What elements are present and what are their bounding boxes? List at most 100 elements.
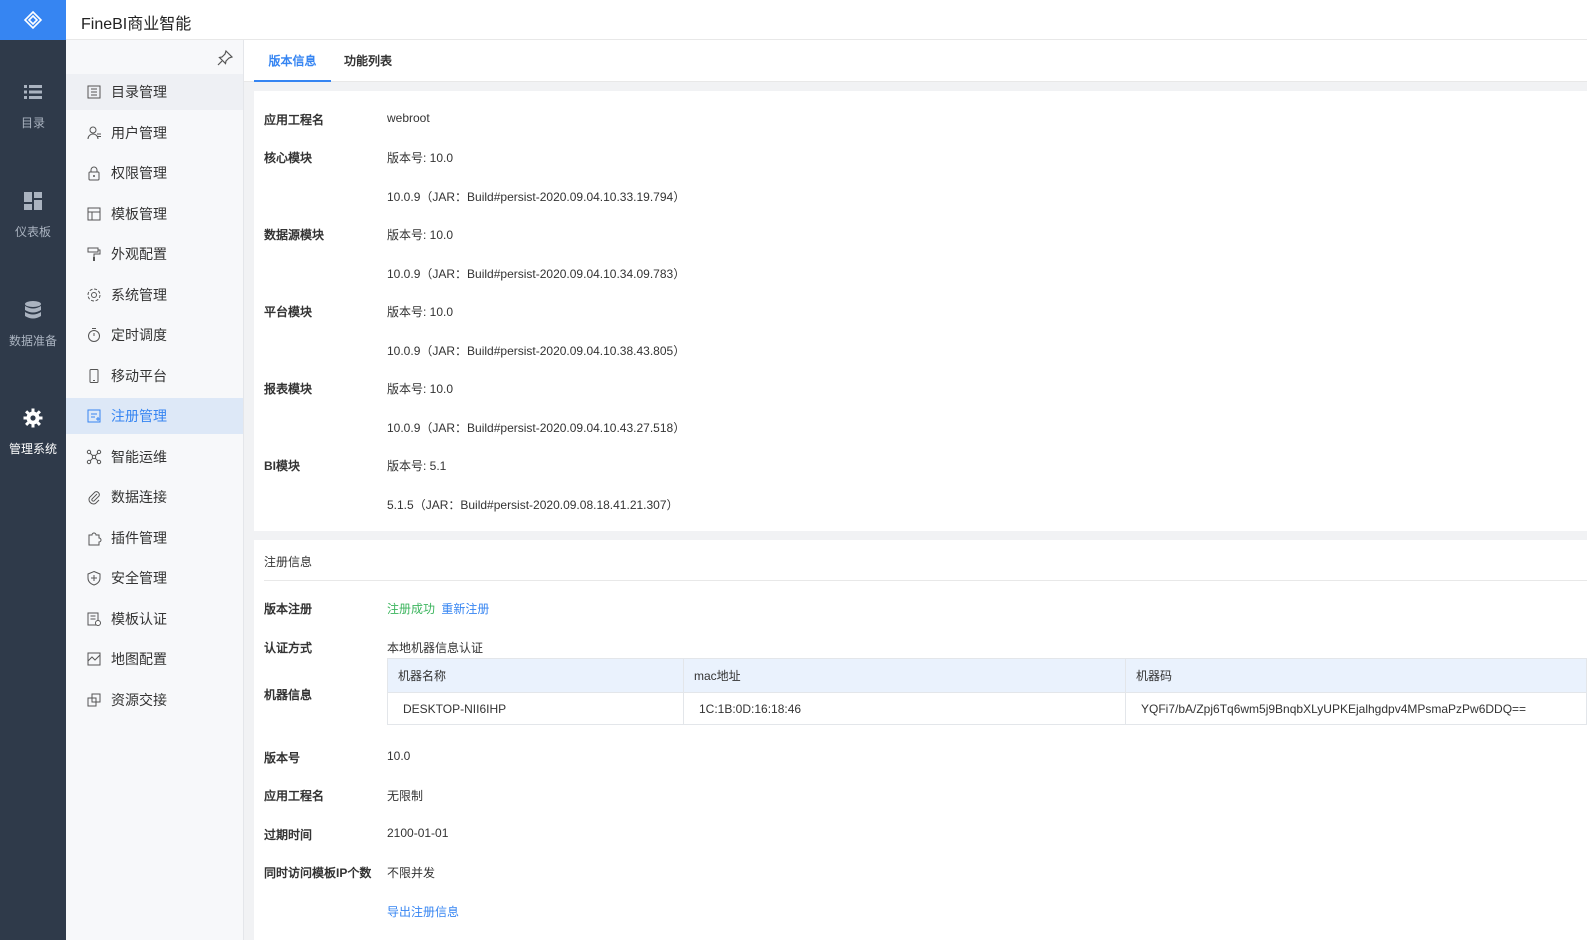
submenu-item-label: 外观配置 bbox=[111, 246, 167, 262]
module-label: 数据源模块 bbox=[264, 228, 325, 242]
module-version: 版本号: 10.0 bbox=[387, 305, 454, 319]
settings-icon bbox=[87, 288, 101, 301]
module-label: BI模块 bbox=[264, 459, 301, 473]
pin-icon[interactable] bbox=[217, 50, 233, 66]
expire-label: 过期时间 bbox=[264, 828, 313, 842]
top-bar: FineBI商业智能 bbox=[66, 0, 1587, 40]
submenu-item-label: 注册管理 bbox=[111, 408, 167, 424]
submenu-item-label: 资源交接 bbox=[111, 691, 167, 708]
submenu-item[interactable]: 权限管理 bbox=[66, 155, 243, 191]
submenu-item-label: 地图配置 bbox=[111, 651, 167, 667]
nav-rail: 目录 仪表板 数据准备 管理系统 bbox=[0, 0, 66, 940]
submenu-item[interactable]: 定时调度 bbox=[66, 317, 243, 353]
paint-roller-icon bbox=[87, 247, 101, 261]
handover-icon bbox=[87, 693, 101, 706]
certificate-icon bbox=[87, 612, 101, 626]
admin-submenu: 目录管理用户管理权限管理模板管理外观配置系统管理定时调度移动平台注册管理智能运维… bbox=[66, 40, 244, 940]
submenu-item[interactable]: 模板管理 bbox=[66, 196, 243, 232]
column-header: mac地址 bbox=[683, 658, 1126, 693]
auth-method-value: 本地机器信息认证 bbox=[387, 641, 484, 655]
submenu-item[interactable]: 注册管理 bbox=[66, 398, 243, 434]
module-build: 10.0.9（JAR：Build#persist-2020.09.04.10.3… bbox=[387, 267, 686, 281]
module-build: 10.0.9（JAR：Build#persist-2020.09.04.10.3… bbox=[387, 344, 686, 358]
registration-panel: 注册信息 版本注册 注册成功 重新注册 认证方式 本地机器信息认证 机器信息 机… bbox=[254, 540, 1587, 940]
submenu-item[interactable]: 移动平台 bbox=[66, 358, 243, 394]
version-panel: 应用工程名 webroot 核心模块 版本号: 10.0 10.0.9（JAR：… bbox=[254, 91, 1587, 531]
rail-label: 目录 bbox=[20, 116, 45, 130]
module-label: 平台模块 bbox=[264, 305, 313, 319]
submenu-item[interactable]: 插件管理 bbox=[66, 520, 243, 556]
submenu-item-label: 安全管理 bbox=[111, 570, 167, 586]
submenu-item-label: 定时调度 bbox=[111, 327, 167, 343]
reregister-link[interactable]: 重新注册 bbox=[441, 602, 489, 616]
submenu-item-label: 移动平台 bbox=[111, 367, 167, 384]
submenu-item[interactable]: 智能运维 bbox=[66, 439, 243, 475]
list-icon bbox=[24, 85, 42, 99]
machine-info-table: 机器名称 mac地址 机器码 DESKTOP-NII6IHP 1C:1B:0D:… bbox=[387, 658, 1587, 725]
user-icon bbox=[87, 126, 101, 139]
tab-bar: 版本信息 功能列表 bbox=[244, 40, 1587, 82]
export-registration-link[interactable]: 导出注册信息 bbox=[387, 903, 459, 920]
submenu-item[interactable]: 模板认证 bbox=[66, 601, 243, 637]
reg-version-label: 版本号 bbox=[264, 751, 301, 765]
shield-icon bbox=[87, 570, 101, 586]
module-label: 报表模块 bbox=[264, 382, 313, 396]
submenu-item-label: 模板认证 bbox=[111, 610, 167, 627]
divider bbox=[264, 580, 1587, 581]
tab-version-info[interactable]: 版本信息 bbox=[254, 40, 331, 82]
module-build: 10.0.9（JAR：Build#persist-2020.09.04.10.4… bbox=[387, 421, 686, 435]
rail-item-dashboard[interactable]: 仪表板 bbox=[0, 185, 66, 275]
rail-item-admin[interactable]: 管理系统 bbox=[0, 402, 66, 492]
submenu-item[interactable]: 用户管理 bbox=[66, 115, 243, 151]
app-name-value: webroot bbox=[387, 111, 430, 125]
module-version: 版本号: 5.1 bbox=[387, 459, 447, 473]
submenu-item[interactable]: 外观配置 bbox=[66, 236, 243, 272]
mac-address-cell: 1C:1B:0D:16:18:46 bbox=[683, 692, 1126, 725]
tab-feature-list[interactable]: 功能列表 bbox=[336, 40, 400, 82]
rail-label: 管理系统 bbox=[8, 442, 57, 456]
gear-icon bbox=[23, 408, 43, 428]
template-icon bbox=[87, 207, 101, 220]
submenu-item[interactable]: 地图配置 bbox=[66, 641, 243, 677]
logo-icon[interactable] bbox=[0, 0, 66, 40]
app-name-label: 应用工程名 bbox=[264, 113, 325, 127]
submenu-item[interactable]: 系统管理 bbox=[66, 277, 243, 313]
submenu-item[interactable]: 数据连接 bbox=[66, 479, 243, 515]
database-icon bbox=[25, 301, 41, 319]
submenu-item-label: 模板管理 bbox=[111, 205, 167, 222]
submenu-item-label: 目录管理 bbox=[111, 84, 167, 100]
version-reg-label: 版本注册 bbox=[264, 602, 313, 616]
timer-icon bbox=[88, 328, 100, 342]
machine-info-label: 机器信息 bbox=[264, 688, 313, 702]
module-build: 10.0.9（JAR：Build#persist-2020.09.04.10.3… bbox=[387, 190, 686, 204]
reg-app-name-label: 应用工程名 bbox=[264, 789, 325, 803]
submenu-item-label: 系统管理 bbox=[111, 286, 167, 303]
rail-item-catalog[interactable]: 目录 bbox=[0, 76, 66, 166]
catalog-icon bbox=[87, 85, 101, 99]
column-header: 机器码 bbox=[1125, 658, 1587, 693]
submenu-item-label: 用户管理 bbox=[111, 124, 167, 141]
submenu-item-label: 权限管理 bbox=[111, 165, 167, 181]
network-icon bbox=[86, 449, 102, 464]
submenu-item-label: 数据连接 bbox=[111, 489, 167, 505]
registration-success-text: 注册成功 bbox=[387, 602, 436, 616]
module-build: 5.1.5（JAR：Build#persist-2020.09.08.18.41… bbox=[387, 498, 679, 512]
table-row: DESKTOP-NII6IHP 1C:1B:0D:16:18:46 YQFi7/… bbox=[387, 692, 1587, 725]
module-version: 版本号: 10.0 bbox=[387, 151, 454, 165]
reg-version-value: 10.0 bbox=[387, 749, 411, 763]
map-icon bbox=[87, 652, 101, 666]
rail-label: 数据准备 bbox=[8, 334, 57, 348]
app-title: FineBI商业智能 bbox=[81, 16, 192, 33]
paperclip-icon bbox=[88, 491, 100, 505]
registration-title: 注册信息 bbox=[264, 555, 313, 569]
reg-app-name-value: 无限制 bbox=[387, 789, 424, 803]
module-version: 版本号: 10.0 bbox=[387, 382, 454, 396]
submenu-item[interactable]: 目录管理 bbox=[66, 74, 243, 110]
submenu-item[interactable]: 资源交接 bbox=[66, 682, 243, 718]
dashboard-icon bbox=[24, 192, 42, 210]
mobile-icon bbox=[89, 368, 99, 383]
concurrent-value: 不限并发 bbox=[387, 866, 436, 880]
submenu-item[interactable]: 安全管理 bbox=[66, 560, 243, 596]
table-header-row: 机器名称 mac地址 机器码 bbox=[387, 658, 1587, 693]
rail-item-data-prep[interactable]: 数据准备 bbox=[0, 294, 66, 384]
